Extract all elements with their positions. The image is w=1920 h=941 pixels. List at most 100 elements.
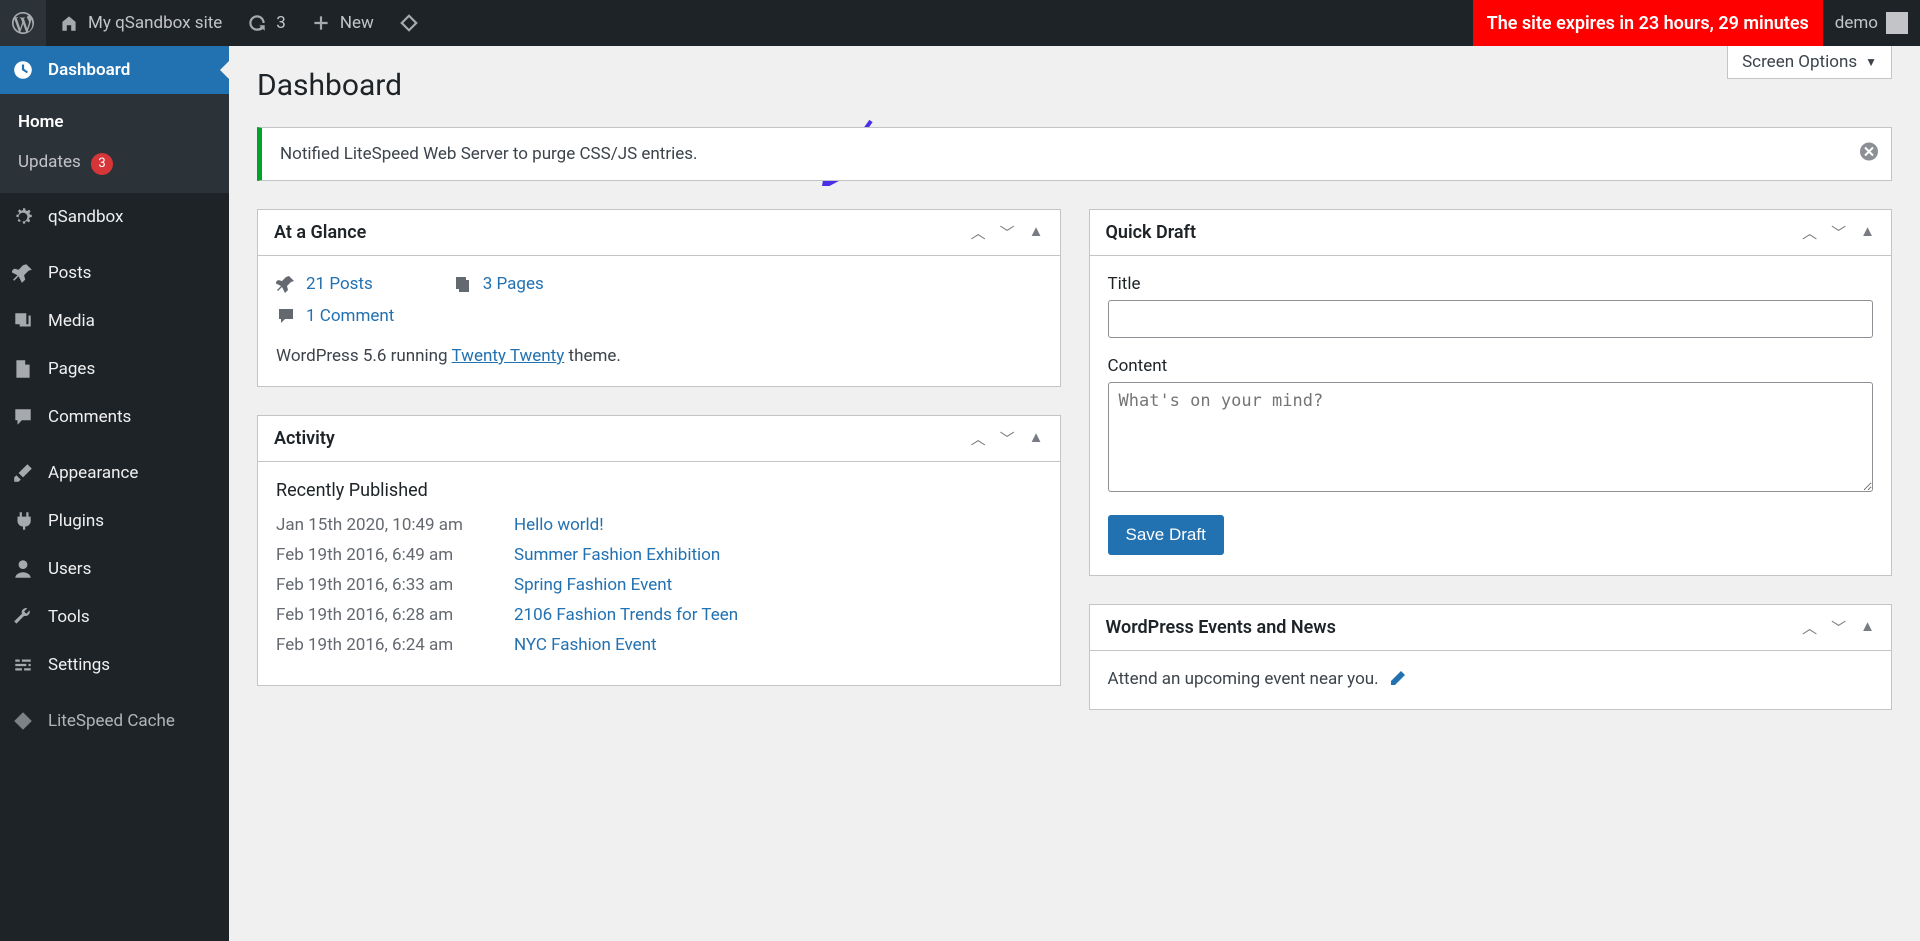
events-attend-line: Attend an upcoming event near you. xyxy=(1108,669,1874,689)
site-link[interactable]: My qSandbox site xyxy=(46,0,234,46)
post-link[interactable]: 2106 Fashion Trends for Teen xyxy=(514,605,738,625)
chevron-down-icon: ▼ xyxy=(1865,55,1877,69)
widget-events-news: WordPress Events and News ︿ ﹀ ▲ Attend a… xyxy=(1089,604,1893,710)
admin-bar: My qSandbox site 3 New The site expires … xyxy=(0,0,1920,46)
updates-count: 3 xyxy=(276,13,286,33)
move-down-icon[interactable]: ﹀ xyxy=(1000,222,1015,243)
close-icon xyxy=(1859,142,1879,162)
widget-title: WordPress Events and News xyxy=(1106,617,1336,638)
comments-count-link[interactable]: 1 Comment xyxy=(306,306,394,326)
activity-row: Feb 19th 2016, 6:24 am NYC Fashion Event xyxy=(276,635,1042,655)
plug-icon xyxy=(12,510,34,532)
pin-icon xyxy=(12,262,34,284)
updates-badge: 3 xyxy=(91,153,113,175)
recently-published-heading: Recently Published xyxy=(276,480,1042,501)
updates-link[interactable]: 3 xyxy=(234,0,298,46)
widget-title: Quick Draft xyxy=(1106,222,1197,243)
pencil-icon[interactable] xyxy=(1387,669,1407,689)
diamond-icon xyxy=(12,710,34,732)
media-icon xyxy=(12,310,34,332)
sliders-icon xyxy=(12,654,34,676)
user-name: demo xyxy=(1835,13,1878,33)
expire-notice: The site expires in 23 hours, 29 minutes xyxy=(1473,0,1823,46)
dashboard-icon xyxy=(12,59,34,81)
move-up-icon[interactable]: ︿ xyxy=(1802,617,1817,638)
new-content-link[interactable]: New xyxy=(298,0,386,46)
submenu-updates[interactable]: Updates 3 xyxy=(0,142,229,185)
move-up-icon[interactable]: ︿ xyxy=(1802,222,1817,243)
toggle-widget-icon[interactable]: ▲ xyxy=(1029,222,1044,243)
plus-icon xyxy=(310,12,332,34)
admin-sidebar: Dashboard Home Updates 3 qSandbox Posts … xyxy=(0,46,229,941)
theme-link[interactable]: Twenty Twenty xyxy=(452,346,565,366)
comment-icon xyxy=(12,406,34,428)
menu-tools[interactable]: Tools xyxy=(0,593,229,641)
toggle-widget-icon[interactable]: ▲ xyxy=(1860,617,1875,638)
user-icon xyxy=(12,558,34,580)
menu-pages[interactable]: Pages xyxy=(0,345,229,393)
content-label: Content xyxy=(1108,356,1874,376)
user-menu[interactable]: demo xyxy=(1823,0,1920,46)
comment-icon xyxy=(276,306,296,326)
new-label: New xyxy=(340,13,374,33)
litespeed-menu[interactable] xyxy=(386,0,432,46)
widget-activity: Activity ︿ ﹀ ▲ Recently Published Jan 15… xyxy=(257,415,1061,686)
toggle-widget-icon[interactable]: ▲ xyxy=(1029,428,1044,449)
menu-plugins[interactable]: Plugins xyxy=(0,497,229,545)
activity-row: Feb 19th 2016, 6:33 am Spring Fashion Ev… xyxy=(276,575,1042,595)
move-up-icon[interactable]: ︿ xyxy=(971,428,986,449)
title-label: Title xyxy=(1108,274,1874,294)
wp-version-line: WordPress 5.6 running Twenty Twenty them… xyxy=(276,346,1042,366)
page-icon xyxy=(12,358,34,380)
move-down-icon[interactable]: ﹀ xyxy=(1831,222,1846,243)
widget-title: At a Glance xyxy=(274,222,366,243)
menu-litespeed[interactable]: LiteSpeed Cache xyxy=(0,697,229,745)
site-name: My qSandbox site xyxy=(88,13,222,33)
activity-row: Jan 15th 2020, 10:49 am Hello world! xyxy=(276,515,1042,535)
menu-media[interactable]: Media xyxy=(0,297,229,345)
menu-dashboard[interactable]: Dashboard xyxy=(0,46,229,94)
wp-logo[interactable] xyxy=(0,0,46,46)
menu-posts[interactable]: Posts xyxy=(0,249,229,297)
notice-text: Notified LiteSpeed Web Server to purge C… xyxy=(280,144,698,164)
menu-comments[interactable]: Comments xyxy=(0,393,229,441)
menu-appearance[interactable]: Appearance xyxy=(0,449,229,497)
post-link[interactable]: NYC Fashion Event xyxy=(514,635,657,655)
wrench-icon xyxy=(12,606,34,628)
avatar xyxy=(1886,12,1908,34)
refresh-icon xyxy=(246,12,268,34)
activity-row: Feb 19th 2016, 6:28 am 2106 Fashion Tren… xyxy=(276,605,1042,625)
widget-quick-draft: Quick Draft ︿ ﹀ ▲ Title Content xyxy=(1089,209,1893,576)
post-link[interactable]: Hello world! xyxy=(514,515,604,535)
menu-qsandbox[interactable]: qSandbox xyxy=(0,193,229,241)
draft-title-input[interactable] xyxy=(1108,300,1874,338)
post-link[interactable]: Summer Fashion Exhibition xyxy=(514,545,720,565)
menu-users[interactable]: Users xyxy=(0,545,229,593)
draft-content-textarea[interactable] xyxy=(1108,382,1874,492)
brush-icon xyxy=(12,462,34,484)
submenu-home[interactable]: Home xyxy=(0,102,229,142)
gear-icon xyxy=(12,206,34,228)
pin-icon xyxy=(276,274,296,294)
pages-count-link[interactable]: 3 Pages xyxy=(483,274,544,294)
success-notice: Notified LiteSpeed Web Server to purge C… xyxy=(257,127,1892,181)
screen-options-toggle[interactable]: Screen Options ▼ xyxy=(1727,46,1892,79)
menu-settings[interactable]: Settings xyxy=(0,641,229,689)
move-up-icon[interactable]: ︿ xyxy=(971,222,986,243)
activity-row: Feb 19th 2016, 6:49 am Summer Fashion Ex… xyxy=(276,545,1042,565)
main-content: Screen Options ▼ Dashboard Notified Lite… xyxy=(229,46,1920,750)
diamond-icon xyxy=(398,12,420,34)
dismiss-notice-button[interactable] xyxy=(1859,142,1879,167)
page-title: Dashboard xyxy=(257,46,1892,119)
wordpress-icon xyxy=(12,12,34,34)
move-down-icon[interactable]: ﹀ xyxy=(1000,428,1015,449)
toggle-widget-icon[interactable]: ▲ xyxy=(1860,222,1875,243)
widget-title: Activity xyxy=(274,428,335,449)
home-icon xyxy=(58,12,80,34)
dashboard-submenu: Home Updates 3 xyxy=(0,94,229,193)
save-draft-button[interactable]: Save Draft xyxy=(1108,515,1224,555)
posts-count-link[interactable]: 21 Posts xyxy=(306,274,373,294)
widget-at-a-glance: At a Glance ︿ ﹀ ▲ 21 Posts xyxy=(257,209,1061,387)
post-link[interactable]: Spring Fashion Event xyxy=(514,575,672,595)
move-down-icon[interactable]: ﹀ xyxy=(1831,617,1846,638)
